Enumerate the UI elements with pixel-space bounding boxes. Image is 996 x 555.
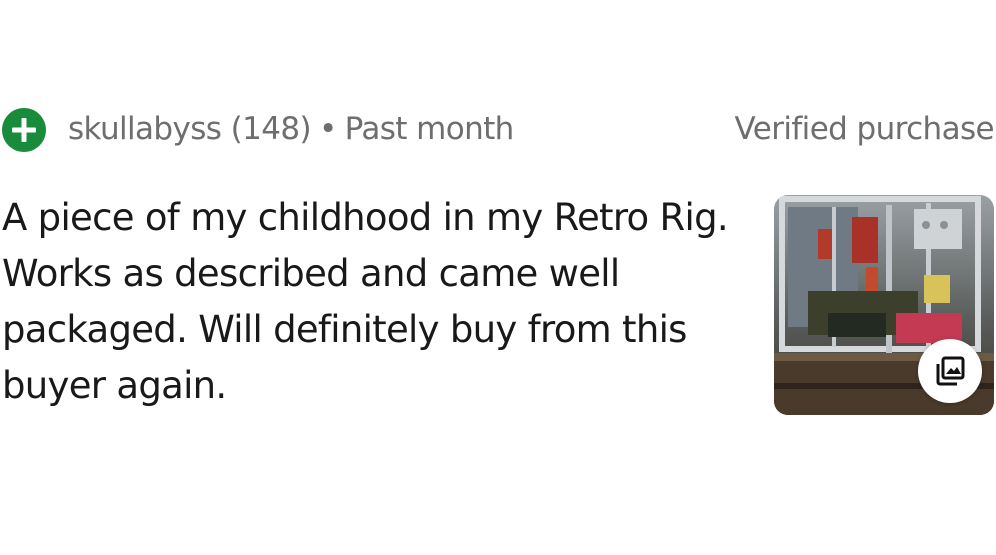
review-body: A piece of my childhood in my Retro Rig.… [2, 196, 729, 407]
reviewer-meta: skullabyss (148) • Past month [68, 107, 514, 151]
review-photo-thumbnail[interactable] [774, 195, 994, 415]
reviewer-name[interactable]: skullabyss (148) [68, 111, 312, 147]
review-card: skullabyss (148) • Past month Verified pur… [0, 0, 996, 555]
plus-circle-icon [2, 108, 46, 152]
review-time: Past month [344, 111, 515, 147]
verified-purchase-label: Verified purchase [734, 111, 995, 147]
photo-gallery-icon[interactable] [918, 339, 982, 403]
review-header: skullabyss (148) • Past month Verified pur… [0, 104, 996, 154]
meta-separator: • [318, 111, 337, 147]
